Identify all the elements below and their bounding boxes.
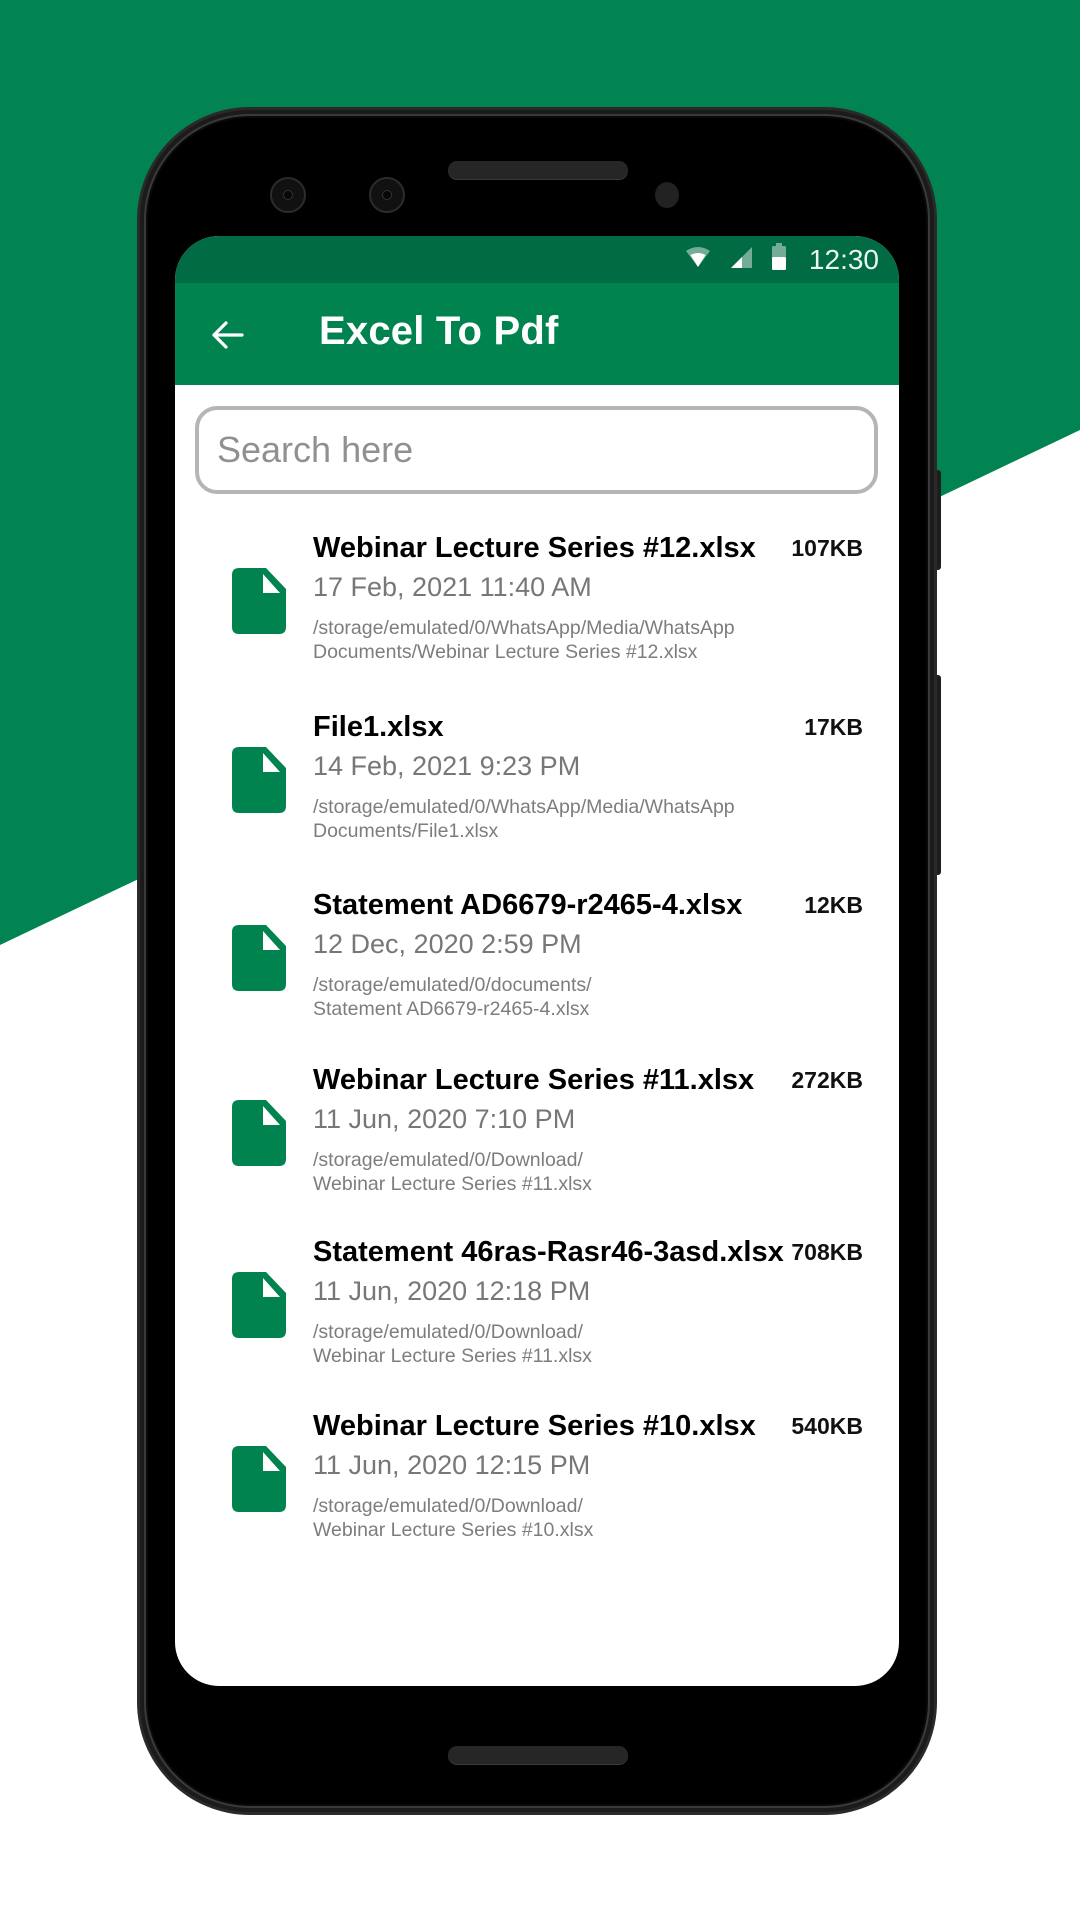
page-title: Excel To Pdf (319, 309, 559, 353)
file-size: 708KB (791, 1239, 863, 1265)
back-button[interactable] (207, 315, 247, 355)
file-list-item[interactable]: Statement AD6679-r2465-4.xlsx 12KB 12 De… (175, 889, 899, 1064)
file-list-item[interactable]: File1.xlsx 17KB 14 Feb, 2021 9:23 PM /st… (175, 711, 899, 886)
cellular-signal-icon (729, 245, 753, 274)
file-icon (232, 1446, 286, 1512)
file-path-line: Webinar Lecture Series #10.xlsx (313, 1519, 594, 1541)
app-bar: Excel To Pdf (175, 283, 899, 385)
file-path-line: Documents/Webinar Lecture Series #12.xls… (313, 641, 698, 663)
file-date: 14 Feb, 2021 9:23 PM (313, 751, 581, 781)
file-size: 272KB (791, 1067, 863, 1093)
file-path-line: Webinar Lecture Series #11.xlsx (313, 1345, 592, 1367)
phone-bottom-speaker (448, 1746, 628, 1764)
file-path: /storage/emulated/0/WhatsApp/Media/Whats… (313, 795, 783, 843)
phone-front-camera (369, 177, 405, 213)
status-bar: 12:30 (175, 236, 899, 283)
file-date: 11 Jun, 2020 12:15 PM (313, 1450, 591, 1480)
file-name: File1.xlsx (313, 711, 444, 743)
battery-icon (771, 243, 787, 276)
file-size: 17KB (804, 714, 863, 740)
file-icon (232, 747, 286, 813)
file-date: 11 Jun, 2020 12:18 PM (313, 1276, 591, 1306)
arrow-back-icon (212, 321, 244, 349)
file-path-line: Statement AD6679-r2465-4.xlsx (313, 998, 590, 1020)
file-name: Webinar Lecture Series #12.xlsx (313, 532, 756, 564)
file-list: Webinar Lecture Series #12.xlsx 107KB 17… (175, 532, 899, 1585)
file-list-item[interactable]: Statement 46ras-Rasr46-3asd.xlsx 708KB 1… (175, 1236, 899, 1410)
file-path-line: /storage/emulated/0/Download/ (313, 1149, 583, 1171)
file-date: 11 Jun, 2020 7:10 PM (313, 1104, 576, 1134)
file-icon (232, 925, 286, 991)
file-name: Webinar Lecture Series #11.xlsx (313, 1064, 755, 1096)
file-path-line: /storage/emulated/0/WhatsApp/Media/Whats… (313, 617, 735, 639)
file-path-line: Webinar Lecture Series #11.xlsx (313, 1173, 592, 1195)
file-name: Webinar Lecture Series #10.xlsx (313, 1410, 756, 1442)
file-date: 17 Feb, 2021 11:40 AM (313, 572, 592, 602)
wifi-icon (685, 246, 711, 273)
file-list-item[interactable]: Webinar Lecture Series #10.xlsx 540KB 11… (175, 1410, 899, 1585)
file-path: /storage/emulated/0/Download/ Webinar Le… (313, 1494, 783, 1542)
file-path: /storage/emulated/0/WhatsApp/Media/Whats… (313, 616, 783, 664)
phone-volume-button (934, 675, 941, 875)
phone-front-camera (270, 177, 306, 213)
file-icon (232, 1272, 286, 1338)
file-path-line: /storage/emulated/0/WhatsApp/Media/Whats… (313, 796, 735, 818)
file-size: 540KB (791, 1413, 863, 1439)
file-size: 107KB (791, 535, 863, 561)
file-date: 12 Dec, 2020 2:59 PM (313, 929, 582, 959)
file-path-line: /storage/emulated/0/documents/ (313, 974, 592, 996)
file-name: Statement AD6679-r2465-4.xlsx (313, 889, 743, 921)
file-path: /storage/emulated/0/Download/ Webinar Le… (313, 1320, 783, 1368)
file-path-line: Documents/File1.xlsx (313, 820, 499, 842)
file-list-item[interactable]: Webinar Lecture Series #11.xlsx 272KB 11… (175, 1064, 899, 1236)
phone-power-button (934, 470, 941, 570)
file-icon (232, 568, 286, 634)
search-input[interactable] (195, 406, 878, 494)
file-path-line: /storage/emulated/0/Download/ (313, 1321, 583, 1343)
file-list-item[interactable]: Webinar Lecture Series #12.xlsx 107KB 17… (175, 532, 899, 707)
file-icon (232, 1100, 286, 1166)
file-path: /storage/emulated/0/Download/ Webinar Le… (313, 1148, 783, 1196)
app-screen: 12:30 Excel To Pdf Webinar Lecture Serie… (175, 236, 899, 1686)
phone-top-speaker (448, 161, 628, 179)
phone-proximity-sensor (655, 182, 679, 208)
search-container (195, 406, 878, 494)
status-time: 12:30 (808, 243, 879, 275)
file-size: 12KB (804, 892, 863, 918)
file-path-line: /storage/emulated/0/Download/ (313, 1495, 583, 1517)
file-name: Statement 46ras-Rasr46-3asd.xlsx (313, 1236, 784, 1268)
file-path: /storage/emulated/0/documents/ Statement… (313, 973, 783, 1021)
